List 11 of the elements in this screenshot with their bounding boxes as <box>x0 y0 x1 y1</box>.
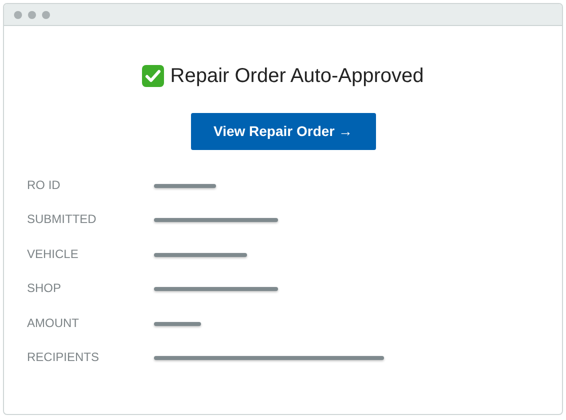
placeholder-bar <box>154 322 201 326</box>
field-label: AMOUNT <box>27 316 80 330</box>
page-title: Repair Order Auto-Approved <box>170 64 424 89</box>
field-label: SUBMITTED <box>27 212 98 226</box>
view-order-button[interactable]: View Repair Order → <box>190 113 376 150</box>
check-icon <box>142 65 164 87</box>
field-label: RECIPIENTS <box>27 350 100 364</box>
placeholder-bar <box>154 184 216 188</box>
field-label: VEHICLE <box>27 246 80 261</box>
field-label: SHOP <box>27 281 62 296</box>
field-label: RO ID <box>27 178 62 192</box>
